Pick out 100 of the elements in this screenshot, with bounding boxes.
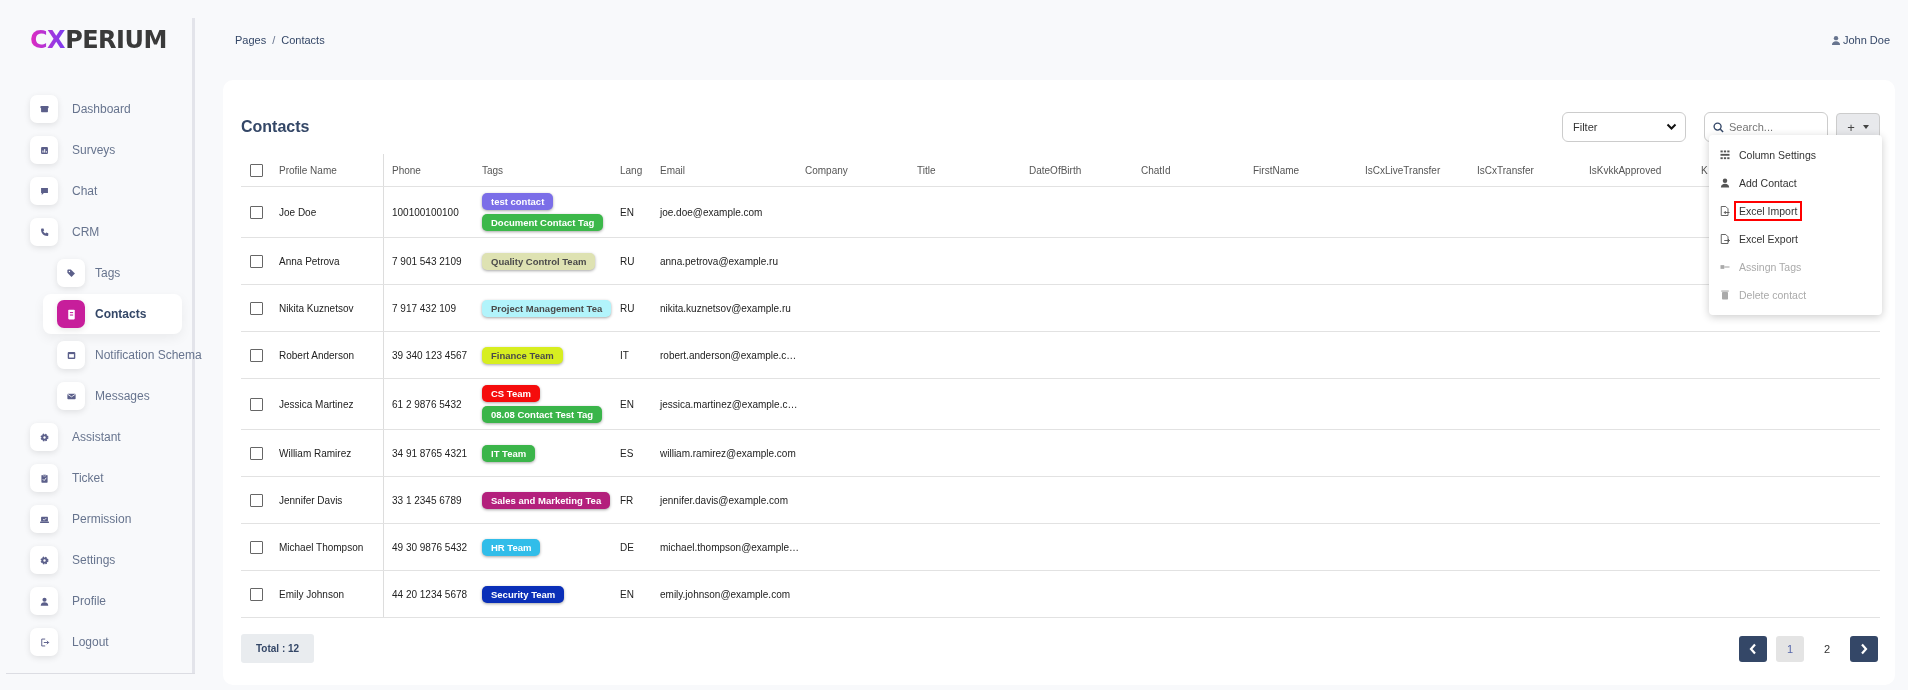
search-icon (1713, 121, 1724, 133)
column-header: ChatId (1141, 164, 1171, 176)
sidebar-item[interactable]: Permission (0, 504, 136, 534)
grid-icon (1719, 149, 1731, 161)
table-cell: michael.thompson@example… (660, 541, 800, 553)
table-cell: 39 340 123 4567 (392, 349, 468, 361)
table-cell: jessica.martinez@example.c… (660, 398, 798, 410)
settings-icon (30, 546, 58, 574)
menu-item[interactable]: Excel Import (1709, 197, 1882, 225)
chat-icon (30, 177, 58, 205)
sidebar-item[interactable]: Dashboard (0, 94, 135, 124)
filter-select[interactable]: Filter (1562, 112, 1686, 142)
table-cell: emily.johnson@example.com (660, 588, 791, 600)
page-button[interactable]: 2 (1813, 635, 1841, 662)
tag: test contact (482, 193, 554, 210)
table-cell: nikita.kuznetsov@example.ru (660, 302, 791, 314)
sidebar-item[interactable]: Chat (0, 176, 102, 206)
column-header: Phone (392, 164, 421, 176)
table-cell: 7 901 543 2109 (392, 255, 462, 267)
chevron-left-icon (1749, 642, 1757, 655)
column-header: IsCxTransfer (1477, 164, 1534, 176)
table-cell: Jennifer Davis (279, 494, 343, 506)
tag: CS Team (482, 385, 540, 402)
previous-page-button[interactable] (1739, 635, 1767, 662)
sidebar-item[interactable]: Assistant (0, 422, 125, 452)
tag: 08.08 Contact Test Tag (482, 406, 603, 423)
checkbox[interactable] (250, 493, 263, 507)
column-header: Lang (620, 164, 643, 176)
checkbox[interactable] (250, 540, 263, 554)
checkbox[interactable] (250, 163, 263, 177)
checkbox[interactable] (250, 587, 263, 601)
checkbox[interactable] (250, 446, 263, 460)
table-cell: Joe Doe (279, 206, 317, 218)
checkbox[interactable] (250, 205, 263, 219)
table-cell: EN (620, 588, 634, 600)
table-cell: William Ramirez (279, 447, 352, 459)
breadcrumb-item[interactable]: Pages (235, 34, 267, 46)
checkbox[interactable] (250, 397, 263, 411)
sidebar-item[interactable]: Tags (0, 258, 125, 288)
tag: HR Team (482, 538, 541, 556)
tag: Sales and Marketing Tea (482, 491, 611, 509)
sidebar-item[interactable]: Logout (0, 627, 113, 657)
table-cell: robert.anderson@example.c… (660, 349, 797, 361)
column-header: Profile Name (279, 164, 337, 176)
table-cell: RU (620, 302, 635, 314)
card-title: Contacts (241, 118, 311, 136)
tag: Security Team (482, 585, 565, 603)
user-icon (30, 587, 58, 615)
phone-icon (30, 218, 58, 246)
table-cell: EN (620, 398, 634, 410)
menu-item[interactable]: Column Settings (1709, 141, 1882, 169)
column-header: IsCxLiveTransfer (1365, 164, 1441, 176)
table-cell: 7 917 432 109 (392, 302, 456, 314)
menu-item[interactable]: Add Contact (1709, 169, 1882, 197)
logout-icon (30, 628, 58, 656)
sidebar-item[interactable]: CRM (0, 217, 104, 247)
checkbox[interactable] (250, 301, 263, 315)
tag: Quality Control Team (482, 252, 596, 270)
sidebar-item[interactable]: Surveys (0, 135, 120, 165)
breadcrumb-item: Contacts (281, 34, 325, 46)
table-cell: IT (620, 349, 629, 361)
column-header: IsKvkkApproved (1589, 164, 1662, 176)
table-cell: joe.doe@example.com (660, 206, 763, 218)
table-cell: RU (620, 255, 635, 267)
tag: Document Contact Tag (482, 214, 604, 231)
table-cell: Robert Anderson (279, 349, 355, 361)
clipboard-icon (30, 464, 58, 492)
table-cell: 49 30 9876 5432 (392, 541, 468, 553)
sidebar-item[interactable]: Messages (0, 381, 154, 411)
menu-item[interactable]: Excel Export (1709, 225, 1882, 253)
sidebar-item[interactable]: Settings (0, 545, 120, 575)
menu-item-label: Excel Export (1738, 232, 1799, 247)
table-cell: 44 20 1234 5678 (392, 588, 468, 600)
table-cell: Anna Petrova (279, 255, 340, 267)
sidebar-item[interactable]: Notification Schema (0, 340, 206, 370)
sidebar-item[interactable]: Profile (0, 586, 110, 616)
caret-icon (1862, 125, 1869, 129)
contact-card-icon (57, 300, 85, 328)
tag: IT Team (482, 444, 536, 462)
user-name[interactable]: John Doe (1842, 34, 1890, 46)
store-icon (30, 95, 58, 123)
checkbox[interactable] (250, 254, 263, 268)
sidebar-item[interactable]: Contacts (43, 294, 182, 334)
column-header: Tags (482, 164, 504, 176)
file-import-icon (1719, 205, 1731, 217)
column-header: DateOfBirth (1029, 164, 1082, 176)
column-header: Title (917, 164, 936, 176)
column-header: Email (660, 164, 685, 176)
table-cell: FR (620, 494, 634, 506)
gear-icon (30, 423, 58, 451)
next-page-button[interactable] (1850, 635, 1878, 662)
table-cell: Nikita Kuznetsov (279, 302, 354, 314)
sidebar-item[interactable]: Ticket (0, 463, 108, 493)
total-count: Total : 12 (241, 634, 315, 663)
checkbox[interactable] (250, 348, 263, 362)
menu-item-label: Add Contact (1738, 176, 1798, 191)
file-export-icon (1719, 233, 1731, 245)
page-button[interactable]: 1 (1776, 635, 1804, 662)
user-icon (1719, 177, 1731, 189)
table-cell: jennifer.davis@example.com (660, 494, 788, 506)
